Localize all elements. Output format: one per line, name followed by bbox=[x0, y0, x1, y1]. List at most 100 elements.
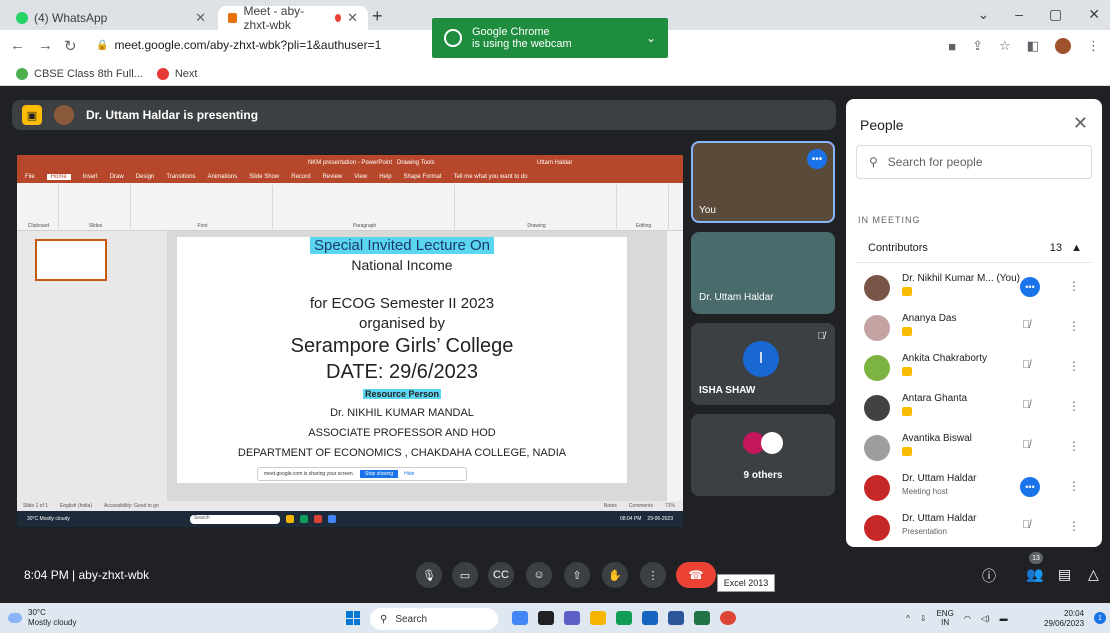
stop-sharing-button[interactable]: Stop sharing bbox=[360, 470, 399, 478]
mic-button[interactable]: 🎙 bbox=[416, 562, 442, 588]
ribbon-tab-design[interactable]: Design bbox=[136, 174, 155, 180]
video-tile-others[interactable]: 9 others bbox=[691, 414, 835, 496]
chrome-icon[interactable] bbox=[720, 611, 736, 625]
camera-in-use-icon[interactable]: ■ bbox=[948, 39, 956, 54]
kebab-menu-icon[interactable]: ⋮ bbox=[1068, 399, 1080, 413]
ribbon-tab-home[interactable]: Home bbox=[46, 174, 71, 180]
participant-row[interactable]: Ankita Chakraborty 🎙̸ ⋮ bbox=[864, 351, 1088, 387]
slide[interactable]: Special Invited Lecture On National Inco… bbox=[177, 237, 627, 483]
more-options-icon[interactable]: ••• bbox=[807, 149, 827, 169]
bookmark-item[interactable]: CBSE Class 8th Full... bbox=[16, 67, 143, 80]
share-icon[interactable]: ⇪ bbox=[972, 38, 983, 54]
camera-button[interactable]: ▭ bbox=[452, 562, 478, 588]
store-icon[interactable] bbox=[642, 611, 658, 625]
ribbon-tab-insert[interactable]: Insert bbox=[83, 174, 98, 180]
kebab-menu-icon[interactable]: ⋮ bbox=[1068, 359, 1080, 373]
video-tile-uttam[interactable]: Dr. Uttam Haldar bbox=[691, 232, 835, 314]
more-options-button[interactable]: ⋮ bbox=[640, 562, 666, 588]
info-icon[interactable]: ⓘ bbox=[982, 566, 996, 586]
people-icon[interactable]: 👥 bbox=[1026, 566, 1043, 583]
raise-hand-button[interactable]: ✋ bbox=[602, 562, 628, 588]
chat-icon[interactable]: ▤ bbox=[1058, 566, 1071, 583]
ribbon-tab-file[interactable]: File bbox=[25, 174, 35, 180]
new-tab-button[interactable]: + bbox=[372, 6, 383, 27]
taskbar-search[interactable]: ⚲ Search bbox=[370, 608, 498, 630]
participant-row[interactable]: Dr. Uttam Haldar Presentation 🎙̸ ⋮ bbox=[864, 511, 1088, 547]
chevron-down-icon[interactable]: ⌄ bbox=[978, 6, 990, 23]
menu-icon[interactable]: ⋮ bbox=[1087, 38, 1100, 54]
participant-row[interactable]: Dr. Nikhil Kumar M... (You) ••• ⋮ bbox=[864, 271, 1088, 307]
more-options-icon[interactable]: ••• bbox=[1020, 277, 1040, 297]
hide-button[interactable]: Hide bbox=[404, 471, 414, 477]
captions-button[interactable]: CC bbox=[488, 562, 514, 588]
chevron-up-icon[interactable]: ^ bbox=[906, 614, 910, 623]
ribbon-tab-review[interactable]: Review bbox=[323, 174, 343, 180]
windows-start-icon[interactable] bbox=[346, 611, 360, 625]
ribbon-tab-transitions[interactable]: Transitions bbox=[166, 174, 195, 180]
close-window-button[interactable]: ✕ bbox=[1088, 6, 1100, 23]
search-input[interactable]: ⚲ Search for people bbox=[856, 145, 1092, 179]
address-bar[interactable]: 🔒 meet.google.com/aby-zhxt-wbk?pli=1&aut… bbox=[96, 38, 381, 52]
back-button[interactable]: ← bbox=[10, 37, 25, 54]
ribbon-tab-slideshow[interactable]: Slide Show bbox=[249, 174, 279, 180]
ribbon-tab-record[interactable]: Record bbox=[291, 174, 310, 180]
present-button[interactable]: ⇧ bbox=[564, 562, 590, 588]
task-view-icon[interactable] bbox=[538, 611, 554, 625]
minimize-button[interactable]: – bbox=[1015, 6, 1023, 23]
ribbon-tab-draw[interactable]: Draw bbox=[110, 174, 124, 180]
word-icon[interactable] bbox=[668, 611, 684, 625]
profile-avatar[interactable] bbox=[1055, 38, 1071, 54]
ribbon-tab-shape-format[interactable]: Shape Format bbox=[404, 174, 442, 180]
kebab-menu-icon[interactable]: ⋮ bbox=[1068, 279, 1080, 293]
close-icon[interactable]: ✕ bbox=[347, 10, 358, 26]
taskbar-clock[interactable]: 20:04 29/06/2023 bbox=[1044, 609, 1084, 629]
notes-button[interactable]: Notes bbox=[604, 503, 617, 509]
kebab-menu-icon[interactable]: ⋮ bbox=[1068, 479, 1080, 493]
forward-button[interactable]: → bbox=[38, 37, 53, 54]
kebab-menu-icon[interactable]: ⋮ bbox=[1068, 439, 1080, 453]
close-icon[interactable]: ✕ bbox=[195, 10, 206, 26]
participant-row[interactable]: Ananya Das 🎙̸ ⋮ bbox=[864, 311, 1088, 347]
emoji-button[interactable]: ☺ bbox=[526, 562, 552, 588]
usb-icon[interactable]: ⇩ bbox=[920, 614, 927, 623]
chevron-up-icon[interactable]: ▲ bbox=[1071, 242, 1082, 254]
kebab-menu-icon[interactable]: ⋮ bbox=[1068, 319, 1080, 333]
restore-button[interactable]: ▢ bbox=[1049, 6, 1062, 23]
reload-button[interactable]: ↻ bbox=[64, 37, 77, 55]
chevron-down-icon[interactable]: ⌄ bbox=[646, 31, 656, 45]
wifi-icon[interactable]: ◠ bbox=[964, 614, 971, 623]
ribbon-tab-view[interactable]: View bbox=[354, 174, 367, 180]
activities-icon[interactable]: △ bbox=[1088, 566, 1099, 583]
present-screen-icon[interactable]: ▣ bbox=[22, 105, 42, 125]
more-options-icon[interactable]: ••• bbox=[1020, 477, 1040, 497]
bookmark-item[interactable]: Next bbox=[156, 67, 197, 80]
video-tile-you[interactable]: ••• You bbox=[691, 141, 835, 223]
tab-whatsapp[interactable]: (4) WhatsApp ✕ bbox=[6, 6, 216, 30]
end-call-button[interactable]: ☎ bbox=[676, 562, 716, 588]
battery-icon[interactable]: ▬ bbox=[1000, 614, 1008, 623]
weather-widget[interactable]: 30°C Mostly cloudy bbox=[8, 608, 76, 628]
notification-badge[interactable]: 1 bbox=[1094, 612, 1106, 624]
participant-row[interactable]: Antara Ghanta 🎙̸ ⋮ bbox=[864, 391, 1088, 427]
language-indicator[interactable]: ENG IN bbox=[936, 609, 953, 627]
participant-row[interactable]: Avantika Biswal 🎙̸ ⋮ bbox=[864, 431, 1088, 467]
contributors-section-header[interactable]: Contributors 13 ▲ bbox=[856, 233, 1092, 263]
zoom-level[interactable]: 71% bbox=[665, 503, 675, 509]
close-icon[interactable]: ✕ bbox=[1073, 113, 1088, 134]
webcam-notice[interactable]: Google Chrome is using the webcam ⌄ bbox=[432, 18, 668, 58]
video-tile-isha[interactable]: I 🎙̸ ISHA SHAW bbox=[691, 323, 835, 405]
tab-meet[interactable]: Meet - aby-zhxt-wbk ✕ bbox=[218, 4, 368, 32]
tell-me-box[interactable]: Tell me what you want to do bbox=[454, 174, 528, 180]
edge-icon[interactable] bbox=[616, 611, 632, 625]
excel-icon[interactable] bbox=[694, 611, 710, 625]
slide-thumbnail[interactable] bbox=[35, 239, 107, 281]
participant-row[interactable]: Dr. Uttam Haldar Meeting host ••• ⋮ bbox=[864, 471, 1088, 507]
comments-button[interactable]: Comments bbox=[629, 503, 653, 509]
volume-icon[interactable]: ◁) bbox=[981, 614, 990, 623]
sidepanel-icon[interactable]: ◧ bbox=[1027, 38, 1039, 54]
chat-app-icon[interactable] bbox=[564, 611, 580, 625]
kebab-menu-icon[interactable]: ⋮ bbox=[1068, 519, 1080, 533]
file-explorer-icon[interactable] bbox=[590, 611, 606, 625]
star-icon[interactable]: ☆ bbox=[999, 38, 1011, 54]
ribbon-tab-help[interactable]: Help bbox=[379, 174, 391, 180]
